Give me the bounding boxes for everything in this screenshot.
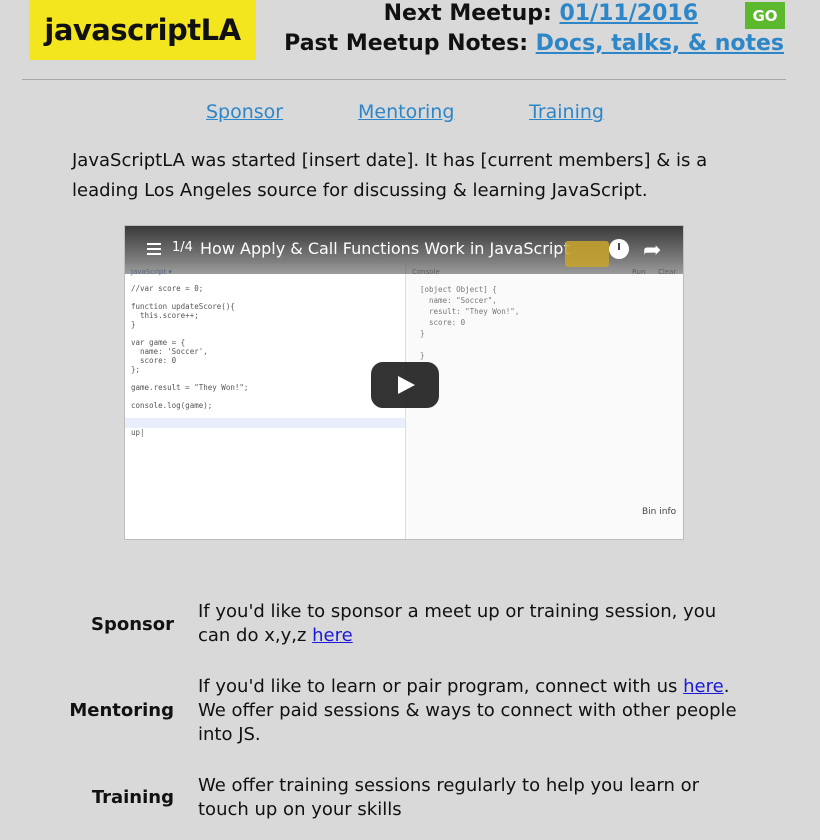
code-block: //var score = 0; function updateScore(){…: [131, 284, 248, 437]
sponsor-here-link[interactable]: here: [312, 625, 353, 646]
code-line: up|: [131, 428, 145, 437]
console-line: }: [420, 351, 425, 360]
bin-info-label: Bin info: [642, 507, 677, 517]
section-text-body: We offer training sessions regularly to …: [198, 775, 700, 820]
watch-later-icon[interactable]: [609, 239, 629, 259]
nav-link-mentoring[interactable]: Mentoring: [358, 101, 454, 123]
section-label: Sponsor: [91, 614, 174, 635]
next-meetup-label: Next Meetup:: [383, 1, 552, 26]
header-divider: [22, 79, 786, 80]
code-line: name: 'Soccer',: [131, 347, 208, 356]
console-pane: Console Run Clear [object Object] { name…: [405, 264, 683, 539]
section-text: We offer training sessions regularly to …: [198, 774, 738, 822]
console-line: [object Object] {: [420, 285, 497, 294]
past-notes-link[interactable]: Docs, talks, & notes: [536, 31, 784, 56]
playlist-count: 1/4: [172, 240, 193, 255]
console-output: [object Object] { name: "Soccer", result…: [420, 284, 519, 361]
past-notes-label: Past Meetup Notes:: [284, 31, 528, 56]
nav-link-sponsor[interactable]: Sponsor: [206, 101, 283, 123]
next-meetup: Next Meetup: 01/11/2016: [384, 1, 698, 26]
section-text: If you'd like to sponsor a meet up or tr…: [198, 600, 738, 648]
page: javascriptLA Next Meetup: 01/11/2016 GO …: [0, 0, 820, 840]
code-line: game.result = "They Won!";: [131, 383, 249, 392]
console-line: result: "They Won!",: [420, 307, 520, 316]
code-line: function updateScore(){: [131, 302, 235, 311]
mentoring-here-link[interactable]: here: [683, 676, 724, 697]
section-nav: Sponsor Mentoring Training: [0, 101, 820, 127]
past-meetup-notes: Past Meetup Notes: Docs, talks, & notes: [284, 31, 784, 56]
section-text: If you'd like to learn or pair program, …: [198, 675, 738, 747]
nav-link-training[interactable]: Training: [529, 101, 604, 123]
video-title-bar: 1/4 How Apply & Call Functions Work in J…: [125, 226, 683, 274]
console-line: name: "Soccer",: [420, 296, 497, 305]
share-icon[interactable]: ➦: [643, 238, 661, 263]
code-line: score: 0: [131, 356, 177, 365]
intro-paragraph: JavaScriptLA was started [insert date]. …: [72, 150, 708, 201]
code-line: }: [131, 320, 136, 329]
code-line: console.log(game);: [131, 401, 213, 410]
video-embed[interactable]: JavaScript ▾ //var score = 0; function u…: [124, 225, 684, 540]
section-label: Training: [91, 787, 174, 808]
site-logo[interactable]: javascriptLA: [29, 0, 256, 60]
play-icon[interactable]: [371, 362, 439, 408]
video-title[interactable]: How Apply & Call Functions Work in JavaS…: [200, 239, 570, 258]
section-text-body: If you'd like to sponsor a meet up or tr…: [198, 601, 717, 646]
next-meetup-date-link[interactable]: 01/11/2016: [559, 1, 698, 26]
editor-pane: JavaScript ▾ //var score = 0; function u…: [125, 264, 405, 539]
console-line: }: [420, 329, 425, 338]
code-line: this.score++;: [131, 311, 199, 320]
playlist-icon[interactable]: [147, 243, 161, 255]
go-button[interactable]: GO: [745, 2, 785, 29]
section-text-body: If you'd like to learn or pair program, …: [198, 676, 684, 697]
login-chip: [565, 241, 609, 267]
code-line: var game = {: [131, 338, 186, 347]
code-line: };: [131, 365, 141, 374]
console-line: score: 0: [420, 318, 466, 327]
code-line: //var score = 0;: [131, 284, 204, 293]
section-label: Mentoring: [69, 700, 174, 721]
